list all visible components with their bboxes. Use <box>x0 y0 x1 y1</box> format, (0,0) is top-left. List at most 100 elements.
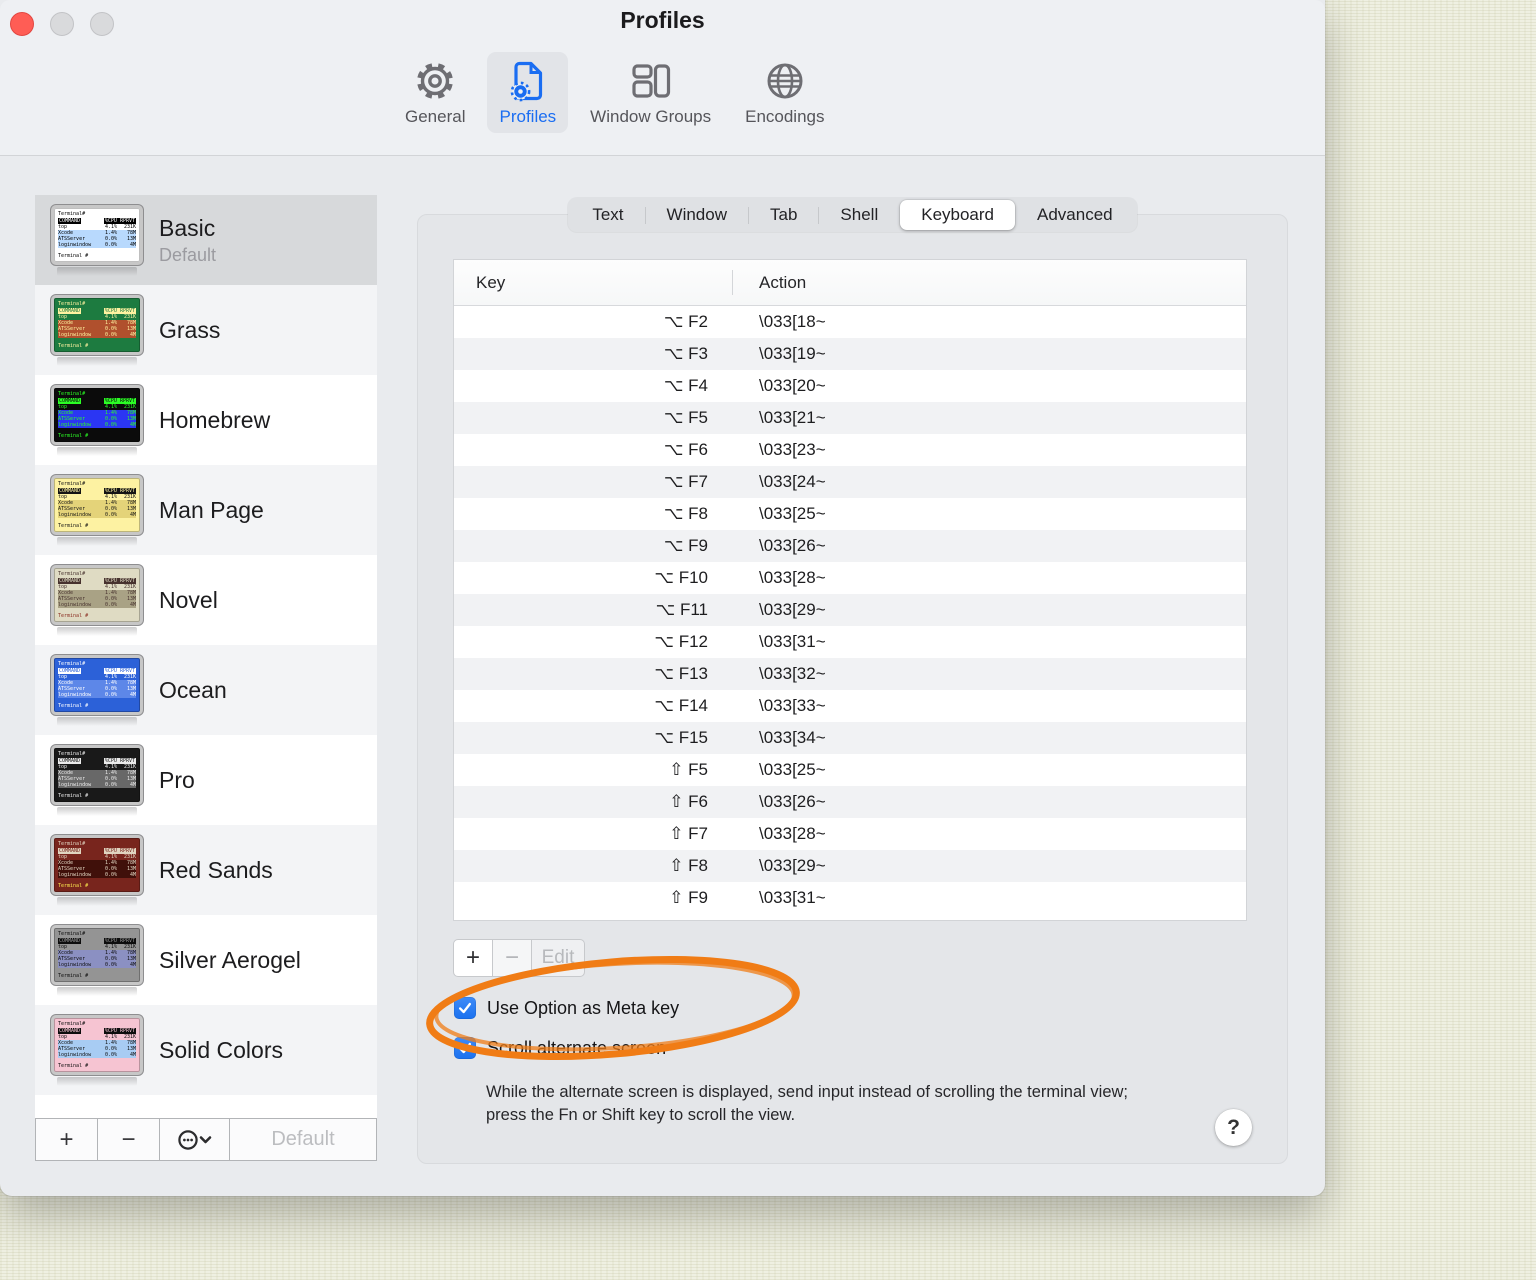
toolbar-item-profiles[interactable]: Profiles <box>487 52 569 133</box>
help-button[interactable]: ? <box>1215 1109 1252 1146</box>
thumbnail-title-line: Terminal# <box>58 300 86 307</box>
profile-name: Pro <box>159 766 195 793</box>
profile-list-item-ocean[interactable]: Terminal# COMMAND %CPU RPRVT top 4.1% 231K… <box>35 645 377 735</box>
thumbnail-process-row: loginwindow 0.0% 4M <box>58 691 136 698</box>
key-binding-row[interactable]: ⌥ F7 \033[24~ <box>454 466 1246 498</box>
profile-list-item-red-sands[interactable]: Terminal# COMMAND %CPU RPRVT top 4.1% 231K… <box>35 825 377 915</box>
terminal-preview: Terminal# COMMAND %CPU RPRVT top 4.1% 231K… <box>51 294 143 355</box>
thumbnail-prompt-line: Terminal # <box>58 432 89 439</box>
profile-name: Silver Aerogel <box>159 946 301 973</box>
binding-action-cell: \033[29~ <box>759 856 826 875</box>
key-binding-row[interactable]: ⌥ F6 \033[23~ <box>454 434 1246 466</box>
terminal-preview: Terminal# COMMAND %CPU RPRVT top 4.1% 231K… <box>51 1014 143 1075</box>
remove-profile-button[interactable]: − <box>98 1119 160 1160</box>
key-binding-row[interactable]: ⇧ F8 \033[29~ <box>454 850 1246 882</box>
toolbar-item-window-groups[interactable]: Window Groups <box>578 52 723 133</box>
key-binding-row[interactable]: ⌥ F10 \033[28~ <box>454 562 1246 594</box>
checkmark-icon <box>458 1042 472 1054</box>
profile-list-item-man-page[interactable]: Terminal# COMMAND %CPU RPRVT top 4.1% 231K… <box>35 465 377 555</box>
binding-action-cell: \033[31~ <box>759 888 826 907</box>
profile-list-item-novel[interactable]: Terminal# COMMAND %CPU RPRVT top 4.1% 231K… <box>35 555 377 645</box>
key-binding-row[interactable]: ⇧ F5 \033[25~ <box>454 754 1246 786</box>
terminal-preview: Terminal# COMMAND %CPU RPRVT top 4.1% 231K… <box>51 474 143 535</box>
key-bindings-table: Key Action ⌥ F2 \033[18~ ⌥ F3 \033[19~ ⌥ F4 \… <box>453 259 1247 921</box>
sidebar-footer: + − Default <box>35 1118 377 1161</box>
binding-key-cell: ⌥ F12 <box>654 632 708 651</box>
profile-thumbnail: Terminal# COMMAND %CPU RPRVT top 4.1% 231K… <box>51 294 143 366</box>
thumbnail-prompt-line: Terminal # <box>58 252 89 259</box>
binding-action-cell: \033[20~ <box>759 376 826 395</box>
profile-thumbnail: Terminal# COMMAND %CPU RPRVT top 4.1% 231K… <box>51 384 143 456</box>
question-mark-icon: ? <box>1227 1115 1240 1139</box>
gear-icon <box>414 59 456 103</box>
binding-key-cell: ⌥ F14 <box>654 696 708 715</box>
profile-tabbar: Text Window Tab Shell Keyboard Advanced <box>418 198 1287 232</box>
tab-advanced[interactable]: Advanced <box>1016 200 1134 230</box>
thumbnail-title-line: Terminal# <box>58 660 86 667</box>
key-binding-row[interactable]: ⌥ F3 \033[19~ <box>454 338 1246 370</box>
profile-list-item-pro[interactable]: Terminal# COMMAND %CPU RPRVT top 4.1% 231K… <box>35 735 377 825</box>
key-binding-row[interactable]: ⌥ F13 \033[32~ <box>454 658 1246 690</box>
toolbar-label: Encodings <box>745 107 825 126</box>
edit-binding-button[interactable]: Edit <box>531 939 585 977</box>
profile-actions-menu-button[interactable] <box>160 1119 230 1160</box>
binding-key-cell: ⌥ F8 <box>663 504 708 523</box>
key-binding-row[interactable]: ⌥ F12 \033[31~ <box>454 626 1246 658</box>
key-binding-row[interactable]: ⌥ F2 \033[18~ <box>454 306 1246 338</box>
column-header-key[interactable]: Key <box>454 273 732 293</box>
set-default-profile-button[interactable]: Default <box>230 1119 376 1160</box>
tab-tab[interactable]: Tab <box>749 200 818 230</box>
profile-name: Ocean <box>159 676 227 703</box>
thumbnail-title-line: Terminal# <box>58 570 86 577</box>
binding-action-cell: \033[31~ <box>759 632 826 651</box>
binding-action-cell: \033[18~ <box>759 312 826 331</box>
tab-shell[interactable]: Shell <box>819 200 899 230</box>
key-binding-row[interactable]: ⌥ F11 \033[29~ <box>454 594 1246 626</box>
checkbox-checked[interactable] <box>454 997 476 1019</box>
binding-action-cell: \033[21~ <box>759 408 826 427</box>
binding-key-cell: ⌥ F5 <box>663 408 708 427</box>
binding-action-cell: \033[25~ <box>759 760 826 779</box>
key-binding-row[interactable]: ⌥ F5 \033[21~ <box>454 402 1246 434</box>
minus-icon: − <box>504 944 519 971</box>
key-binding-row[interactable]: ⌥ F14 \033[33~ <box>454 690 1246 722</box>
binding-key-cell: ⌥ F13 <box>654 664 708 683</box>
add-profile-button[interactable]: + <box>36 1119 98 1160</box>
table-header: Key Action <box>454 260 1246 306</box>
profile-list-item-silver-aerogel[interactable]: Terminal# COMMAND %CPU RPRVT top 4.1% 231K… <box>35 915 377 1005</box>
profile-list-item-basic[interactable]: Terminal# COMMAND %CPU RPRVT top 4.1% 231K… <box>35 195 377 285</box>
binding-action-cell: \033[26~ <box>759 792 826 811</box>
key-binding-row[interactable]: ⌥ F8 \033[25~ <box>454 498 1246 530</box>
key-binding-row[interactable]: ⌥ F15 \033[34~ <box>454 722 1246 754</box>
remove-binding-button[interactable]: − <box>492 939 532 977</box>
thumbnail-title-line: Terminal# <box>58 750 86 757</box>
checkbox-checked[interactable] <box>454 1037 476 1059</box>
toolbar-item-encodings[interactable]: Encodings <box>733 52 836 133</box>
checkmark-icon <box>458 1002 472 1014</box>
thumbnail-title-line: Terminal# <box>58 480 86 487</box>
minus-icon: − <box>121 1125 136 1153</box>
tab-window[interactable]: Window <box>646 200 748 230</box>
thumbnail-title-line: Terminal# <box>58 840 86 847</box>
add-binding-button[interactable]: + <box>453 939 493 977</box>
toolbar-item-general[interactable]: General <box>393 52 477 133</box>
window-groups-icon <box>630 59 672 103</box>
key-binding-row[interactable]: ⌥ F4 \033[20~ <box>454 370 1246 402</box>
thumbnail-prompt-line: Terminal # <box>58 342 89 349</box>
thumbnail-prompt-line: Terminal # <box>58 612 89 619</box>
profile-list-item-homebrew[interactable]: Terminal# COMMAND %CPU RPRVT top 4.1% 231K… <box>35 375 377 465</box>
key-binding-row[interactable]: ⇧ F6 \033[26~ <box>454 786 1246 818</box>
binding-action-cell: \033[26~ <box>759 536 826 555</box>
thumbnail-process-row: loginwindow 0.0% 4M <box>58 511 136 518</box>
profile-list-item-grass[interactable]: Terminal# COMMAND %CPU RPRVT top 4.1% 231K… <box>35 285 377 375</box>
binding-action-cell: \033[33~ <box>759 696 826 715</box>
terminal-preview: Terminal# COMMAND %CPU RPRVT top 4.1% 231K… <box>51 744 143 805</box>
tab-text[interactable]: Text <box>571 200 644 230</box>
profile-list-item-solid-colors[interactable]: Terminal# COMMAND %CPU RPRVT top 4.1% 231K… <box>35 1005 377 1095</box>
key-binding-row[interactable]: ⇧ F9 \033[31~ <box>454 882 1246 914</box>
terminal-preview: Terminal# COMMAND %CPU RPRVT top 4.1% 231K… <box>51 204 143 265</box>
tab-keyboard[interactable]: Keyboard <box>900 200 1016 230</box>
key-binding-row[interactable]: ⌥ F9 \033[26~ <box>454 530 1246 562</box>
key-binding-row[interactable]: ⇧ F7 \033[28~ <box>454 818 1246 850</box>
column-header-action[interactable]: Action <box>732 273 806 293</box>
